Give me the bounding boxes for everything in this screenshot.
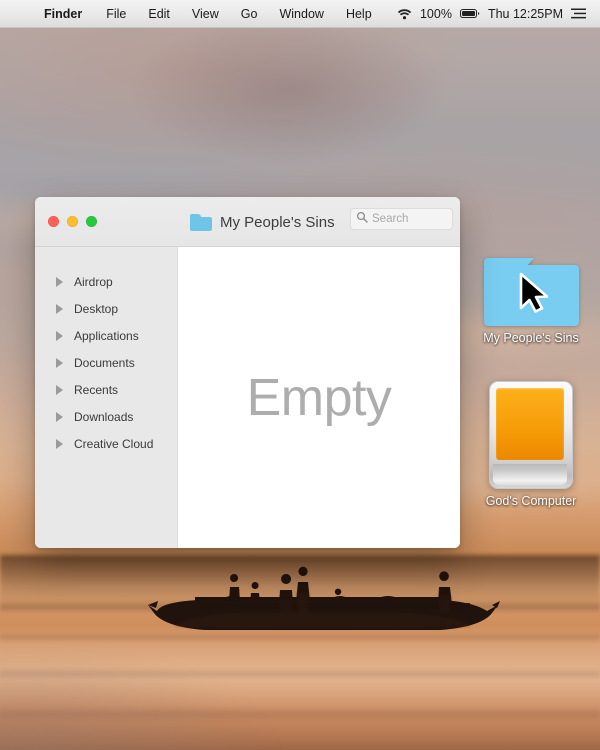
sidebar-item-downloads[interactable]: Downloads bbox=[35, 403, 177, 430]
sidebar-item-label: Applications bbox=[74, 328, 139, 343]
boat-reflection-icon bbox=[175, 592, 470, 629]
menu-bar-status-items: 100% Thu 12:25PM bbox=[397, 7, 586, 21]
search-field[interactable]: Search bbox=[350, 208, 453, 230]
close-button[interactable] bbox=[48, 216, 59, 227]
sidebar-item-applications[interactable]: Applications bbox=[35, 322, 177, 349]
wallpaper-boat-scene bbox=[0, 555, 600, 695]
maximize-button[interactable] bbox=[86, 216, 97, 227]
menu-item-file[interactable]: File bbox=[95, 0, 137, 28]
page-title: My People's Sins bbox=[220, 213, 335, 231]
menu-bar: Finder File Edit View Go Window Help 100… bbox=[0, 0, 600, 28]
sidebar-item-airdrop[interactable]: Airdrop bbox=[35, 268, 177, 295]
datetime-label[interactable]: Thu 12:25PM bbox=[488, 7, 563, 21]
sidebar-item-label: Creative Cloud bbox=[74, 436, 154, 451]
wallpaper-sun-glow bbox=[128, 15, 448, 165]
wallpaper-boat-reflection bbox=[0, 576, 600, 631]
search-icon bbox=[356, 210, 368, 228]
folder-icon bbox=[190, 213, 212, 231]
sidebar-item-recents[interactable]: Recents bbox=[35, 376, 177, 403]
control-center-icon[interactable] bbox=[571, 8, 586, 19]
window-title-bar[interactable]: My People's Sins Search bbox=[35, 197, 460, 247]
sidebar-item-documents[interactable]: Documents bbox=[35, 349, 177, 376]
window-title-group: My People's Sins bbox=[190, 197, 335, 247]
sidebar-item-desktop[interactable]: Desktop bbox=[35, 295, 177, 322]
triangle-right-icon[interactable] bbox=[56, 411, 63, 422]
search-placeholder: Search bbox=[372, 213, 409, 225]
desktop-icon-label: My People's Sins bbox=[483, 331, 579, 345]
window-body: Airdrop Desktop Applications Documents R… bbox=[35, 247, 460, 548]
battery-percent-label: 100% bbox=[419, 6, 452, 21]
window-controls bbox=[48, 216, 97, 227]
menu-item-help[interactable]: Help bbox=[335, 0, 383, 28]
desktop-icon-gods-computer[interactable]: God's Computer bbox=[476, 381, 586, 508]
sidebar-item-creative-cloud[interactable]: Creative Cloud bbox=[35, 430, 177, 457]
wifi-icon[interactable] bbox=[397, 8, 412, 20]
cursor-arrow-icon bbox=[519, 272, 548, 313]
menu-item-finder[interactable]: Finder bbox=[44, 0, 95, 28]
triangle-right-icon[interactable] bbox=[56, 303, 63, 314]
finder-window[interactable]: My People's Sins Search Airdrop Desktop bbox=[35, 197, 460, 548]
menu-item-window[interactable]: Window bbox=[268, 0, 334, 28]
sidebar-item-label: Documents bbox=[74, 355, 135, 370]
triangle-right-icon[interactable] bbox=[56, 330, 63, 341]
triangle-right-icon[interactable] bbox=[56, 357, 63, 368]
sidebar-item-label: Desktop bbox=[74, 301, 119, 316]
battery-icon[interactable] bbox=[459, 8, 480, 19]
triangle-right-icon[interactable] bbox=[56, 438, 63, 449]
desktop-icon-label: God's Computer bbox=[485, 494, 577, 508]
empty-state-message: Empty bbox=[246, 368, 392, 427]
sidebar: Airdrop Desktop Applications Documents R… bbox=[35, 247, 178, 548]
hard-drive-icon bbox=[489, 381, 573, 489]
folder-icon bbox=[483, 258, 579, 326]
menu-item-go[interactable]: Go bbox=[230, 0, 269, 28]
triangle-right-icon[interactable] bbox=[56, 276, 63, 287]
file-list-area[interactable]: Empty bbox=[178, 247, 460, 548]
triangle-right-icon[interactable] bbox=[56, 384, 63, 395]
desktop-icon-my-peoples-sins[interactable]: My People's Sins bbox=[476, 258, 586, 345]
minimize-button[interactable] bbox=[67, 216, 78, 227]
menu-bar-items: Finder File Edit View Go Window Help bbox=[44, 0, 383, 28]
sidebar-item-label: Downloads bbox=[74, 409, 134, 424]
sidebar-item-label: Recents bbox=[74, 382, 119, 397]
menu-item-view[interactable]: View bbox=[181, 0, 230, 28]
menu-item-edit[interactable]: Edit bbox=[137, 0, 181, 28]
sidebar-item-label: Airdrop bbox=[74, 274, 113, 289]
